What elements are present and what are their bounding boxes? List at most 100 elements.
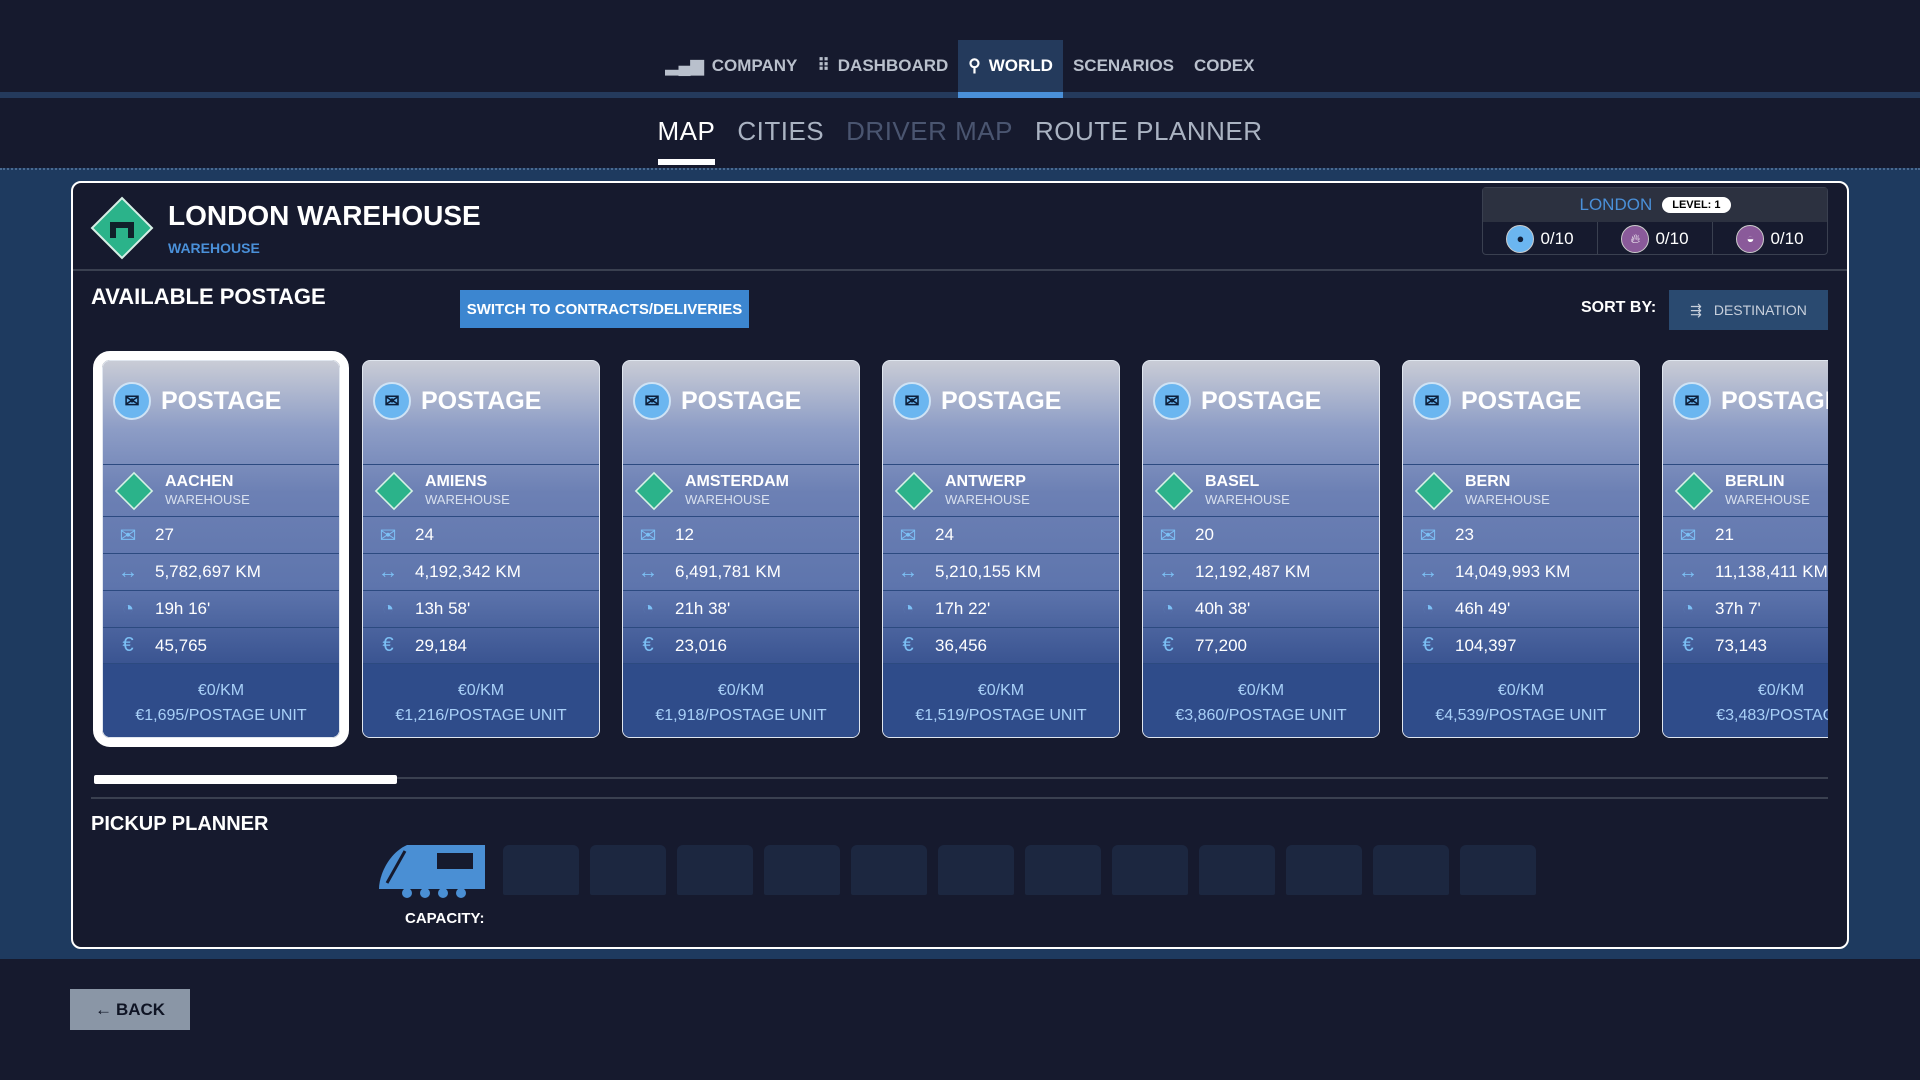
empty-wagon-slot[interactable] — [764, 845, 840, 895]
card-footer: €0/KM €1,519/POSTAGE UNIT — [883, 663, 1119, 737]
tab-driver-map: DRIVER MAP — [846, 116, 1013, 146]
section-title: AVAILABLE POSTAGE — [91, 284, 326, 309]
warehouse-icon — [114, 471, 154, 510]
empty-wagon-slot[interactable] — [851, 845, 927, 895]
nav-company[interactable]: ▂▄▆ COMPANY — [655, 40, 807, 92]
nav-codex[interactable]: CODEX — [1184, 40, 1264, 92]
card-header: ✉ POSTAGE — [113, 382, 281, 420]
empty-wagon-slot[interactable] — [1199, 845, 1275, 895]
units-row: ✉ 12 — [623, 516, 859, 553]
envelope-icon: ✉ — [1673, 382, 1711, 420]
time-value: 46h 49' — [1455, 599, 1511, 618]
empty-wagon-slot[interactable] — [1112, 845, 1188, 895]
destination-type: WAREHOUSE — [425, 491, 510, 507]
card-footer: €0/KM €1,918/POSTAGE UNIT — [623, 663, 859, 737]
money-value: 77,200 — [1195, 635, 1247, 655]
bar-chart-icon: ▂▄▆ — [665, 56, 704, 75]
envelope-icon: ✉ — [639, 524, 657, 547]
clock-icon: ◔ — [901, 597, 915, 620]
map-pin-icon: ⚲ — [968, 56, 981, 75]
card-header: ✉ POSTAGE — [1673, 382, 1828, 420]
postage-card[interactable]: ✉ POSTAGE AMSTERDAM WAREHOUSE ✉ 12 ↔ 6,491,7… — [622, 360, 860, 738]
warehouse-icon — [634, 471, 674, 510]
postage-card[interactable]: ✉ POSTAGE ANTWERP WAREHOUSE ✉ 24 ↔ 5,210,155… — [882, 360, 1120, 738]
cargo-type: POSTAGE — [1721, 386, 1828, 415]
euro-icon: € — [642, 634, 654, 656]
sort-icon: ⇶ — [1690, 301, 1702, 318]
euro-icon: € — [122, 634, 134, 656]
value-row: €73,143 — [1663, 627, 1828, 663]
destination-city: AMIENS — [425, 472, 488, 490]
empty-wagon-slot[interactable] — [677, 845, 753, 895]
distance-value: 11,138,411 KM — [1715, 562, 1828, 581]
clock-icon: ◔ — [641, 597, 655, 620]
sub-tabs: MAP CITIES DRIVER MAP ROUTE PLANNER — [0, 116, 1920, 165]
value-row: €36,456 — [883, 627, 1119, 663]
destination-city: ANTWERP — [945, 472, 1026, 490]
postage-card[interactable]: ✉ POSTAGE AACHEN WAREHOUSE ✉ 27 ↔ 5,782,697 … — [93, 351, 349, 747]
card-header: ✉ POSTAGE — [373, 382, 541, 420]
postage-card[interactable]: ✉ POSTAGE BERLINWAREHOUSE ✉ 21 ↔ 11,138,411… — [1662, 360, 1828, 738]
money-value: 36,456 — [935, 635, 987, 655]
city-info-box: LONDON LEVEL: 1 ● 0/10 🔥︎ 0/10 ◒ 0/10 — [1482, 187, 1828, 255]
back-label: BACK — [115, 999, 166, 1019]
units-row: ✉ 20 — [1143, 516, 1379, 553]
price-per-km: €0/KM — [977, 682, 1025, 699]
envelope-icon: ✉ — [373, 382, 411, 420]
stat-value: 0/10 — [1540, 228, 1574, 248]
nav-label: COMPANY — [711, 56, 798, 75]
warehouse-icon — [1154, 471, 1194, 510]
nav-dashboard[interactable]: ⠿ DASHBOARD — [807, 40, 958, 92]
nav-scenarios[interactable]: SCENARIOS — [1063, 40, 1184, 92]
tab-map[interactable]: MAP — [657, 116, 716, 165]
city-name[interactable]: LONDON — [1579, 195, 1652, 215]
arrows-horizontal-icon: ↔ — [1158, 560, 1178, 583]
back-button[interactable]: ← BACK — [70, 989, 190, 1030]
price-per-km: €0/KM — [717, 682, 765, 699]
price-per-unit: €3,860/POSTAGE UNIT — [1175, 707, 1347, 724]
money-value: 29,184 — [415, 635, 467, 655]
empty-wagon-slot[interactable] — [1373, 845, 1449, 895]
destination-city: BERN — [1465, 472, 1511, 490]
switch-to-contracts-button[interactable]: SWITCH TO CONTRACTS/DELIVERIES — [460, 290, 749, 328]
empty-wagon-slot[interactable] — [1025, 845, 1101, 895]
warehouse-icon — [374, 471, 414, 510]
stat-value: 0/10 — [1770, 228, 1804, 248]
card-footer: €0/KM €1,695/POSTAGE UNIT — [103, 663, 339, 737]
empty-wagon-slot[interactable] — [1286, 845, 1362, 895]
warehouse-icon — [1674, 471, 1714, 510]
sort-value: DESTINATION — [1713, 302, 1807, 318]
destination-row: ANTWERP WAREHOUSE — [883, 464, 1119, 516]
price-per-unit: €4,539/POSTAGE UNIT — [1435, 707, 1607, 724]
postage-card[interactable]: ✉ POSTAGE BERN WAREHOUSE ✉ 23 ↔ 14,049,993 K… — [1402, 360, 1640, 738]
city-stat: ● 0/10 — [1483, 222, 1598, 255]
distance-value: 5,210,155 KM — [935, 562, 1041, 581]
postage-card[interactable]: ✉ POSTAGE BASEL WAREHOUSE ✉ 20 ↔ 12,192,487 … — [1142, 360, 1380, 738]
card-header: ✉ POSTAGE — [1413, 382, 1581, 420]
horizontal-scrollbar-thumb[interactable] — [94, 775, 397, 784]
price-per-unit: €3,483/POSTAGE — [1716, 707, 1828, 724]
nav-world[interactable]: ⚲ WORLD — [958, 40, 1063, 98]
card-footer: €0/KM €3,860/POSTAGE UNIT — [1143, 663, 1379, 737]
pickup-planner-title: PICKUP PLANNER — [91, 813, 269, 835]
envelope-icon: ✉ — [113, 382, 151, 420]
tab-route-planner[interactable]: ROUTE PLANNER — [1035, 116, 1263, 165]
destination-type: WAREHOUSE — [685, 491, 770, 507]
tab-cities[interactable]: CITIES — [737, 116, 824, 165]
empty-wagon-slot[interactable] — [938, 845, 1014, 895]
sort-destination-button[interactable]: ⇶ DESTINATION — [1669, 290, 1828, 330]
clock-icon: ◔ — [121, 597, 135, 620]
units-value: 27 — [155, 525, 174, 544]
envelope-icon: ✉ — [1679, 524, 1697, 547]
empty-wagon-slot[interactable] — [503, 845, 579, 895]
euro-icon: € — [1682, 634, 1694, 656]
empty-wagon-slot[interactable] — [590, 845, 666, 895]
time-value: 40h 38' — [1195, 599, 1251, 618]
top-nav: ▂▄▆ COMPANY ⠿ DASHBOARD ⚲ WORLD SCENARIOS C… — [0, 40, 1920, 98]
arrows-horizontal-icon: ↔ — [638, 560, 658, 583]
empty-wagon-slot[interactable] — [1460, 845, 1536, 895]
postage-card[interactable]: ✉ POSTAGE AMIENS WAREHOUSE ✉ 24 ↔ 4,192,342 … — [362, 360, 600, 738]
price-per-km: €0/KM — [457, 682, 505, 699]
clock-icon: ◔ — [1681, 597, 1695, 620]
locomotive-icon — [379, 845, 485, 898]
